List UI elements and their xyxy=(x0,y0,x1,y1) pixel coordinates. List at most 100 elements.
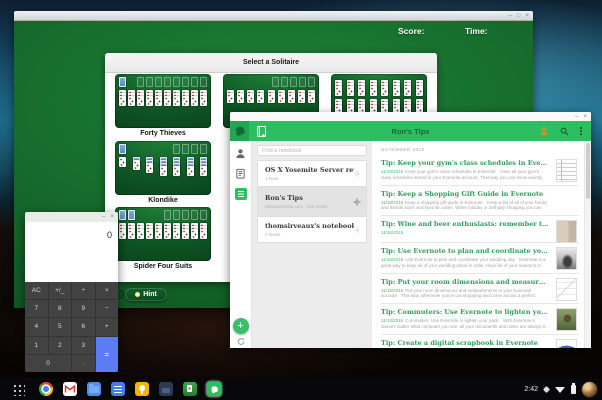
key-divide[interactable]: ÷ xyxy=(72,282,95,299)
close-button[interactable]: × xyxy=(110,214,114,220)
notebook-list-panel: OS X Yosemite Server review 1 Note Ron's… xyxy=(252,141,372,348)
minimize-button[interactable]: – xyxy=(575,114,578,120)
notebook-meta: 0 Notes xyxy=(265,232,354,237)
note-thumbnail xyxy=(556,278,577,301)
notebook-item[interactable]: thomsirveaux's notebook 0 Notes xyxy=(257,216,367,243)
key-equals[interactable]: = xyxy=(96,337,119,372)
docs-icon[interactable] xyxy=(111,382,125,396)
key-8[interactable]: 8 xyxy=(49,300,72,317)
scrollbar[interactable] xyxy=(584,141,591,348)
close-button[interactable]: × xyxy=(583,114,587,120)
scrollbar-thumb[interactable] xyxy=(586,143,590,199)
notebook-meta: 1 Note xyxy=(265,176,354,181)
game-tile-klondike[interactable]: Klondike xyxy=(115,141,211,204)
new-note-button[interactable]: + xyxy=(233,318,249,334)
game-label: Klondike xyxy=(115,197,211,204)
notebook-settings-icon[interactable] xyxy=(354,226,361,233)
search-icon[interactable] xyxy=(560,127,569,136)
note-title: Tip: Wine and beer enthusiasts: remember… xyxy=(381,220,549,228)
note-title: Tip: Keep your gym's class schedules in … xyxy=(381,159,549,167)
key-7[interactable]: 7 xyxy=(25,300,48,317)
solitaire-titlebar[interactable]: – □ × xyxy=(14,11,533,21)
notebook-settings-icon[interactable] xyxy=(354,170,361,177)
note-item[interactable]: Tip: Keep a Shopping Gift Guide in Evern… xyxy=(381,186,579,217)
status-icon xyxy=(543,385,550,392)
gmail-icon[interactable] xyxy=(63,382,77,396)
calculator-titlebar[interactable]: – × xyxy=(25,212,118,222)
notebooks-icon[interactable] xyxy=(235,188,247,200)
note-item[interactable]: Tip: Wine and beer enthusiasts: remember… xyxy=(381,216,579,243)
key-4[interactable]: 4 xyxy=(25,318,48,335)
game-preview xyxy=(115,141,211,195)
key-plus[interactable]: + xyxy=(96,318,119,335)
notebook-item-selected[interactable]: Ron's Tips www.evernote.com · 215 Notes xyxy=(257,186,367,217)
app-launcher-icon[interactable] xyxy=(12,383,25,396)
note-item[interactable]: Tip: Commuters: Use Evernote to lighten … xyxy=(381,304,579,335)
key-6[interactable]: 6 xyxy=(72,318,95,335)
new-notebook-icon[interactable] xyxy=(256,125,267,138)
key-multiply[interactable]: × xyxy=(96,282,119,299)
note-title: Tip: Commuters: Use Evernote to lighten … xyxy=(381,308,549,316)
chrome-icon[interactable] xyxy=(39,382,53,396)
key-minus[interactable]: − xyxy=(96,300,119,317)
overflow-menu-icon[interactable] xyxy=(580,127,582,135)
key-3[interactable]: 3 xyxy=(72,337,95,354)
dialog-title: Select a Solitaire xyxy=(105,53,437,73)
game-tile-spider-four-suits[interactable]: Spider Four Suits xyxy=(115,207,211,270)
score-label: Score: xyxy=(398,26,424,36)
note-thumbnail xyxy=(556,339,577,349)
notes-icon[interactable] xyxy=(235,168,246,179)
note-item[interactable]: Tip: Put your room dimensions and measur… xyxy=(381,274,579,305)
key-2[interactable]: 2 xyxy=(49,337,72,354)
play-store-icon[interactable] xyxy=(159,382,173,396)
evernote-elephant-icon[interactable] xyxy=(230,121,249,141)
note-thumbnail xyxy=(556,220,577,243)
key-decimal[interactable]: . xyxy=(72,355,95,372)
note-thumbnail xyxy=(556,308,577,331)
hint-button[interactable]: Hint xyxy=(125,288,167,301)
wifi-icon xyxy=(555,385,565,393)
user-avatar[interactable] xyxy=(582,382,597,397)
notebook-item[interactable]: OS X Yosemite Server review 1 Note xyxy=(257,160,367,187)
note-date: 11/16/2015 xyxy=(381,257,403,262)
notebook-settings-icon[interactable] xyxy=(353,198,361,206)
close-button[interactable]: × xyxy=(525,13,529,19)
evernote-app-icon[interactable] xyxy=(207,382,221,396)
note-item[interactable]: Tip: Keep your gym's class schedules in … xyxy=(381,155,579,186)
evernote-window: – × Ron's Tips xyxy=(230,112,591,348)
notebook-search-input[interactable] xyxy=(257,145,367,156)
minimize-button[interactable]: – xyxy=(102,214,105,220)
key-0[interactable]: 0 xyxy=(25,355,71,372)
clock: 2:42 xyxy=(524,386,538,393)
note-snippet: Use Evernote to plan and coordinate your… xyxy=(381,257,546,269)
account-icon[interactable] xyxy=(235,148,246,159)
key-1[interactable]: 1 xyxy=(25,337,48,354)
game-preview xyxy=(115,207,211,261)
note-item[interactable]: Tip: Use Evernote to plan and coordinate… xyxy=(381,243,579,274)
share-user-icon[interactable] xyxy=(539,126,549,136)
note-title: Tip: Create a digital scrapbook in Evern… xyxy=(381,339,549,347)
files-icon[interactable] xyxy=(87,382,101,396)
key-9[interactable]: 9 xyxy=(72,300,95,317)
evernote-nav-rail: + xyxy=(230,141,252,348)
notes-section-header: NOVEMBER 2015 xyxy=(381,147,579,152)
note-title: Tip: Use Evernote to plan and coordinate… xyxy=(381,247,549,255)
game-tile-forty-thieves[interactable]: Forty Thieves xyxy=(115,74,211,137)
key-5[interactable]: 5 xyxy=(49,318,72,335)
note-title: Tip: Put your room dimensions and measur… xyxy=(381,278,549,286)
sync-icon[interactable] xyxy=(236,337,245,346)
maximize-button[interactable]: □ xyxy=(517,13,521,19)
system-tray[interactable]: 2:42 xyxy=(524,382,602,397)
note-snippet: Commuters: Use Evernote to lighten your … xyxy=(381,318,546,330)
notebook-name: Ron's Tips xyxy=(265,194,354,202)
keep-icon[interactable] xyxy=(135,382,149,396)
note-date: 11/15/2015 xyxy=(381,288,403,293)
key-plusminus[interactable]: +/_ xyxy=(49,282,72,299)
solitaire-app-icon[interactable] xyxy=(183,382,197,396)
note-date: 11/16/2015 xyxy=(381,230,403,235)
minimize-button[interactable]: – xyxy=(509,13,512,19)
evernote-header: Ron's Tips xyxy=(230,121,591,141)
note-item[interactable]: Tip: Create a digital scrapbook in Evern… xyxy=(381,335,579,349)
key-ac[interactable]: AC xyxy=(25,282,48,299)
notebook-name: thomsirveaux's notebook xyxy=(265,222,354,230)
